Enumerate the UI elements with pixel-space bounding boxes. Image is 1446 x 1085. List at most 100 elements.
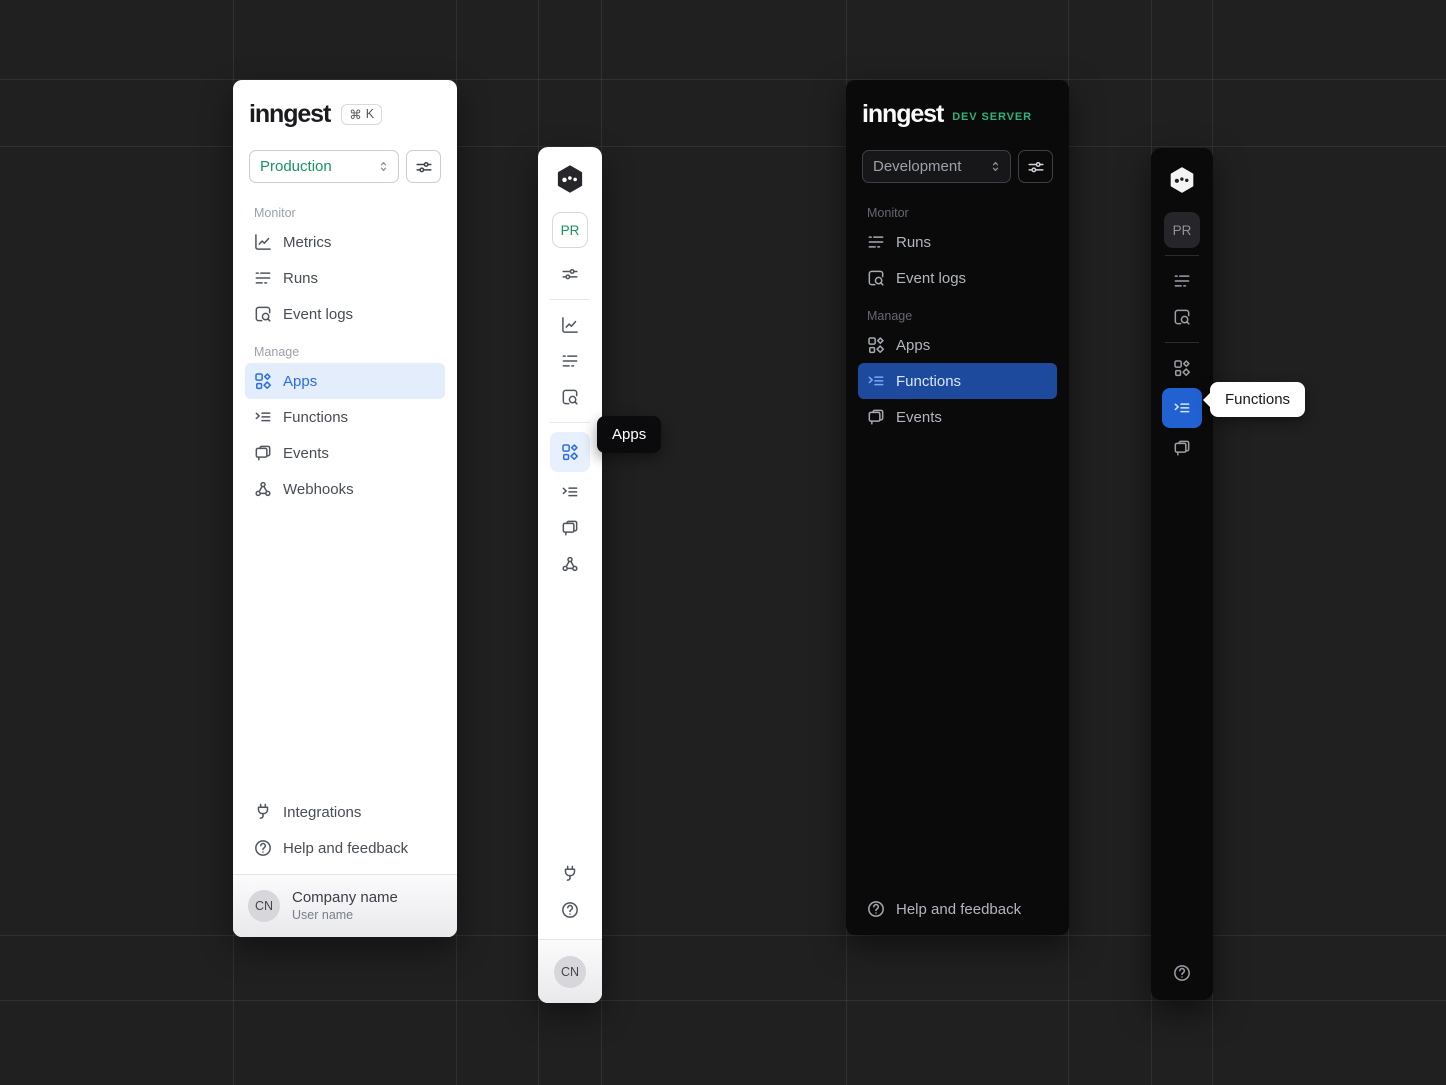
chevron-up-down-icon [375,158,392,175]
inngest-logo: inngest [862,102,943,127]
sidebar-item-functions[interactable]: Functions [245,399,445,435]
sidebar-item-functions[interactable]: Functions [858,363,1057,399]
sidebar-collapsed-dark: PR [1151,148,1213,1000]
sidebar-item-events[interactable] [1164,430,1200,466]
sidebar-item-metrics[interactable]: Metrics [245,224,445,260]
inngest-logo-mark-icon[interactable] [1168,166,1196,194]
sidebar-item-integrations[interactable]: Integrations [245,794,445,830]
sidebar-item-label: Apps [283,373,317,390]
divider [550,299,590,300]
sidebar-item-functions[interactable] [1162,388,1202,428]
sidebar-item-runs[interactable] [552,343,588,379]
sidebar-item-label: Runs [896,234,931,251]
sidebar-item-events[interactable] [552,510,588,546]
sidebar-item-label: Webhooks [283,481,354,498]
integrations-plug-icon [253,802,273,822]
sidebar-item-event-logs[interactable] [1164,299,1200,335]
sidebar-item-apps[interactable]: Apps [858,327,1057,363]
event-logs-icon [560,387,580,407]
webhooks-icon [253,479,273,499]
sidebar-item-help-and-feedback[interactable] [552,892,588,928]
event-logs-icon [1172,307,1192,327]
environment-badge[interactable]: PR [552,212,588,248]
sidebar-item-label: Help and feedback [896,901,1021,918]
divider [1165,255,1199,256]
environment-select[interactable]: Production [249,150,399,183]
help-icon [866,899,886,919]
sidebar-item-events[interactable]: Events [858,399,1057,435]
webhooks-icon [560,554,580,574]
functions-icon [560,482,580,502]
avatar[interactable]: CN [248,890,280,922]
sidebar-item-events[interactable]: Events [245,435,445,471]
grid-guide-horizontal [0,935,1446,936]
sidebar-item-event-logs[interactable]: Event logs [858,260,1057,296]
events-icon [253,443,273,463]
sidebar-item-label: Event logs [283,306,353,323]
sidebar-item-metrics[interactable] [552,307,588,343]
section-label-monitor: Monitor [254,206,445,220]
grid-guide-horizontal [0,146,1446,147]
help-icon [1172,963,1192,983]
avatar[interactable]: CN [554,956,586,988]
user-name: User name [292,908,398,924]
sidebar-item-label: Apps [896,337,930,354]
sidebar-item-label: Events [896,409,942,426]
inngest-logo: inngest [249,102,330,127]
chevron-up-down-icon [987,158,1004,175]
apps-icon [560,442,580,462]
section-label-manage: Manage [254,345,445,359]
environment-filter-button[interactable] [406,150,441,183]
sidebar-item-apps[interactable] [550,432,590,472]
environment-badge[interactable]: PR [1164,212,1200,248]
help-icon [560,900,580,920]
sidebar-item-runs[interactable]: Runs [245,260,445,296]
sidebar-item-label: Functions [896,373,961,390]
sidebar-expanded-dark: inngest DEV SERVER Development Monitor R… [846,80,1069,935]
sidebar-item-label: Event logs [896,270,966,287]
sidebar-item-runs[interactable]: Runs [858,224,1057,260]
sidebar-item-integrations[interactable] [552,856,588,892]
environment-filter-button[interactable] [1018,150,1053,183]
sidebar-item-label: Runs [283,270,318,287]
environment-select[interactable]: Development [862,150,1011,183]
dev-server-tag: DEV SERVER [952,105,1032,123]
sidebar-item-help-and-feedback[interactable]: Help and feedback [858,891,1057,927]
divider [550,422,590,423]
sidebar-item-apps[interactable]: Apps [245,363,445,399]
sidebar-item-webhooks[interactable] [552,546,588,582]
sidebar-expanded-light: inngest ⌘ K Production Monitor Metrics R… [233,80,457,937]
sidebar-item-webhooks[interactable]: Webhooks [245,471,445,507]
inngest-logo-mark-icon[interactable] [555,164,585,194]
sidebar-item-help-and-feedback[interactable] [1164,955,1200,991]
account-footer[interactable]: CN Company name User name [233,874,457,937]
apps-icon [866,335,886,355]
integrations-plug-icon [560,864,580,884]
runs-icon [866,232,886,252]
events-icon [560,518,580,538]
sidebar-header: inngest ⌘ K [233,80,457,128]
sidebar-item-label: Metrics [283,234,331,251]
functions-icon [1172,398,1192,418]
account-footer[interactable]: CN [538,939,602,1003]
environment-filter-button[interactable] [552,256,588,292]
command-k-shortcut-badge[interactable]: ⌘ K [341,104,382,125]
event-logs-icon [253,304,273,324]
sliders-icon [414,157,434,177]
event-logs-icon [866,268,886,288]
runs-icon [560,351,580,371]
sidebar-item-help-and-feedback[interactable]: Help and feedback [245,830,445,866]
tooltip-apps: Apps [597,416,661,453]
sliders-icon [560,264,580,284]
sidebar-item-apps[interactable] [1164,350,1200,386]
runs-icon [1172,271,1192,291]
sidebar-item-event-logs[interactable]: Event logs [245,296,445,332]
environment-select-value: Production [260,158,332,175]
events-icon [1172,438,1192,458]
functions-icon [253,407,273,427]
sidebar-item-runs[interactable] [1164,263,1200,299]
metrics-icon [253,232,273,252]
sidebar-collapsed-light: PR CN [538,147,602,1003]
sidebar-item-event-logs[interactable] [552,379,588,415]
sidebar-item-functions[interactable] [552,474,588,510]
